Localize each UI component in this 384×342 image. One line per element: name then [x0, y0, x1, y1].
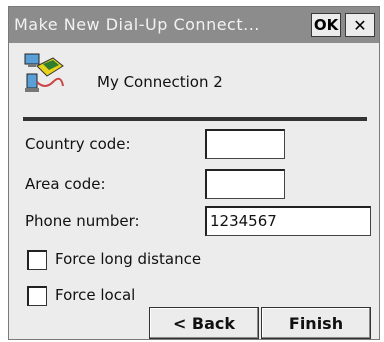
force-local-checkbox[interactable] [27, 286, 47, 306]
force-long-distance-label: Force long distance [55, 250, 202, 268]
ok-button[interactable]: OK [311, 13, 341, 37]
area-code-label: Area code: [25, 175, 106, 193]
dialup-connection-icon [24, 53, 64, 92]
title-bar: Make New Dial-Up Connect... OK ✕ [9, 7, 379, 43]
force-long-distance-checkbox[interactable] [27, 250, 47, 270]
country-code-field[interactable] [205, 129, 285, 159]
window-title: Make New Dial-Up Connect... [14, 15, 260, 34]
back-button[interactable]: < Back [149, 307, 259, 339]
phone-number-field[interactable]: 1234567 [205, 206, 371, 236]
dialup-dialog: Make New Dial-Up Connect... OK ✕ My Conn… [8, 6, 380, 340]
phone-number-label: Phone number: [25, 212, 140, 230]
separator [23, 117, 367, 121]
close-button[interactable]: ✕ [345, 13, 375, 37]
force-local-label: Force local [55, 286, 136, 304]
finish-button[interactable]: Finish [261, 307, 371, 339]
connection-name: My Connection 2 [97, 73, 223, 91]
country-code-label: Country code: [25, 135, 131, 153]
area-code-field[interactable] [205, 169, 285, 199]
